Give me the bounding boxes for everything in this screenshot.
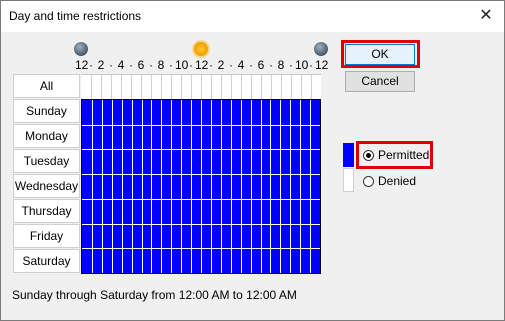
grid-vertical-line [181, 100, 183, 273]
grid-vertical-line [91, 100, 93, 273]
hour-column-divider [191, 75, 192, 99]
hour-column-divider [91, 75, 92, 99]
day-row-monday[interactable]: Monday [13, 124, 80, 148]
grid-vertical-line [191, 100, 193, 273]
day-row-wednesday[interactable]: Wednesday [13, 174, 80, 198]
grid-vertical-line [310, 100, 312, 273]
hour-column-divider [271, 75, 272, 99]
grid-horizontal-line [82, 149, 320, 151]
ok-button[interactable]: OK [345, 44, 415, 65]
hour-column-divider [221, 75, 222, 99]
hour-column-divider [121, 75, 122, 99]
hour-column-divider [141, 75, 142, 99]
grid-vertical-line [220, 100, 222, 273]
hour-column-divider [151, 75, 152, 99]
hour-column-divider [241, 75, 242, 99]
grid-horizontal-line [82, 174, 320, 176]
title-bar: Day and time restrictions ✕ [1, 1, 504, 32]
grid-horizontal-line [82, 248, 320, 250]
grid-vertical-line [240, 100, 242, 273]
hour-column-divider [281, 75, 282, 99]
grid-horizontal-line [82, 198, 320, 200]
grid-vertical-line [280, 100, 282, 273]
grid-vertical-line [151, 100, 153, 273]
denied-swatch [343, 168, 354, 192]
hour-column-divider [231, 75, 232, 99]
hour-column-divider [171, 75, 172, 99]
selection-summary: Sunday through Saturday from 12:00 AM to… [12, 288, 297, 302]
day-row-friday[interactable]: Friday [13, 224, 80, 248]
day-row-tuesday[interactable]: Tuesday [13, 149, 80, 173]
grid-vertical-line [121, 100, 123, 273]
all-button[interactable]: All [13, 74, 80, 98]
grid-vertical-line [250, 100, 252, 273]
grid-horizontal-line [82, 124, 320, 126]
grid-vertical-line [111, 100, 113, 273]
denied-label: Denied [378, 174, 417, 188]
hour-column-divider [101, 75, 102, 99]
grid-vertical-line [101, 100, 103, 273]
close-icon[interactable]: ✕ [474, 5, 498, 27]
hour-column-divider [261, 75, 262, 99]
day-row-thursday[interactable]: Thursday [13, 199, 80, 223]
grid-vertical-line [210, 100, 212, 273]
time-grid[interactable] [81, 99, 321, 274]
hour-column-divider [111, 75, 112, 99]
hour-column-divider [311, 75, 312, 99]
hour-column-headers[interactable] [81, 74, 321, 99]
hour-column-divider [301, 75, 302, 99]
permitted-label: Permitted [378, 148, 430, 162]
cancel-button[interactable]: Cancel [345, 71, 415, 92]
hour-column-divider [211, 75, 212, 99]
grid-vertical-line [300, 100, 302, 273]
hour-label: 12 [315, 58, 329, 72]
grid-vertical-line [171, 100, 173, 273]
hour-column-divider [131, 75, 132, 99]
grid-horizontal-line [82, 223, 320, 225]
radio-unselected-icon [363, 175, 374, 187]
hour-column-divider [201, 75, 202, 99]
grid-vertical-line [230, 100, 232, 273]
grid-vertical-line [260, 100, 262, 273]
hour-column-divider [161, 75, 162, 99]
denied-radio[interactable]: Denied [363, 174, 416, 188]
hour-column-divider [291, 75, 292, 99]
moon-icon [314, 42, 328, 56]
moon-icon [74, 42, 88, 56]
radio-selected-icon [363, 149, 374, 161]
permitted-swatch [343, 143, 354, 167]
grid-vertical-line [270, 100, 272, 273]
hour-column-divider [251, 75, 252, 99]
sun-icon [194, 42, 208, 56]
day-row-sunday[interactable]: Sunday [13, 99, 80, 123]
grid-vertical-line [290, 100, 292, 273]
day-row-saturday[interactable]: Saturday [13, 249, 80, 273]
hour-column-divider [181, 75, 182, 99]
dialog-title: Day and time restrictions [9, 9, 142, 23]
permitted-radio[interactable]: Permitted [363, 148, 429, 162]
grid-vertical-line [161, 100, 163, 273]
grid-vertical-line [131, 100, 133, 273]
grid-vertical-line [201, 100, 202, 273]
grid-vertical-line [141, 100, 143, 273]
